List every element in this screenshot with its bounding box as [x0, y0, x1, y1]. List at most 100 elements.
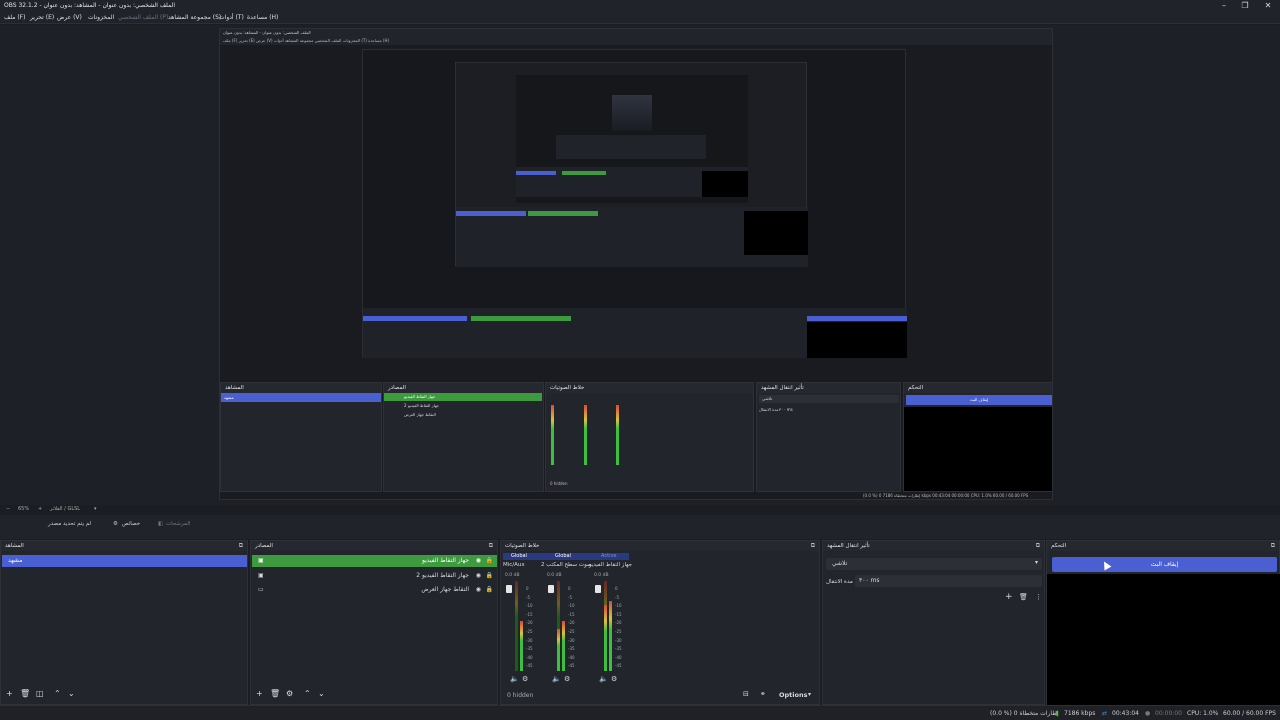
tick: -30 — [568, 637, 575, 643]
nested-sources-dock: المصادر جهاز التقاط الفيديو جهاز التقاط … — [383, 382, 544, 492]
eye-icon[interactable]: ◉ — [476, 584, 481, 596]
stop-streaming-button[interactable]: إيقاف البث — [1052, 557, 1277, 572]
tick: -30 — [526, 637, 533, 643]
gear-icon[interactable]: ⚙ — [113, 521, 118, 527]
scene-item-label: مشهد — [8, 557, 23, 564]
controls-empty-area — [1047, 574, 1280, 705]
add-icon[interactable]: + — [1005, 592, 1013, 602]
move-up-icon[interactable]: ⌃ — [54, 689, 61, 698]
tick: -15 — [526, 611, 533, 617]
nested-stop-button: إيقاف البث — [906, 395, 1052, 405]
nested-l2-scene-sel — [363, 316, 467, 321]
tick: -5 — [568, 594, 572, 600]
menu-help[interactable]: مساعدة (H) — [247, 14, 278, 21]
lock-icon[interactable]: 🔒 — [486, 555, 493, 567]
filter-icon[interactable]: ◫ — [36, 689, 44, 698]
lock-icon[interactable]: 🔒 — [486, 584, 493, 596]
zoom-level[interactable]: 65% — [18, 506, 29, 512]
float-icon[interactable]: ⧉ — [239, 542, 243, 550]
zoom-out-icon[interactable]: − — [6, 506, 10, 512]
channel-0-name: Mic/Aux — [503, 562, 525, 568]
nested-scenes-dock: المشاهد مشهد — [220, 382, 382, 492]
nested-duration-label: مدة الانتقال — [759, 407, 779, 412]
move-down-icon[interactable]: ⌄ — [318, 689, 325, 698]
menu-tools[interactable]: أدوات (T) — [219, 14, 244, 21]
layout-icon[interactable]: ⊟ — [743, 690, 749, 698]
nested-level3-docks — [456, 207, 808, 267]
tick: -25 — [568, 628, 575, 634]
move-down-icon[interactable]: ⌄ — [68, 689, 75, 698]
filters-icon[interactable]: ◧ — [158, 521, 163, 527]
scenes-dock-title: المشاهد — [5, 543, 24, 549]
scene-selector[interactable]: الفلاتر / GLSL — [50, 506, 80, 512]
tick: -25 — [526, 628, 533, 634]
trash-icon[interactable]: 🗑 — [20, 689, 30, 698]
float-icon[interactable]: ⧉ — [489, 542, 493, 550]
nested-transitions-dock: تأثير انتقال المشهد تلاشي مدة الانتقال ٣… — [756, 382, 901, 492]
nested-l2-source-sel — [471, 316, 571, 321]
tick: -20 — [568, 620, 575, 626]
lock-icon[interactable]: 🔒 — [486, 570, 493, 582]
menu-edit[interactable]: تحرير (E) — [30, 14, 54, 21]
source-item-0[interactable]: ▣ جهاز التقاط الفيديو ◉ 🔒 — [252, 555, 497, 567]
channel-2-fader[interactable] — [595, 585, 601, 593]
nested-level2 — [362, 49, 907, 358]
restore-icon[interactable]: ❐ — [1235, 0, 1255, 12]
more-icon[interactable]: ⋮ — [1035, 593, 1042, 601]
trash-icon[interactable]: 🗑 — [270, 689, 280, 698]
options-button[interactable]: Options — [779, 691, 807, 699]
chevron-down-icon: ▾ — [1034, 559, 1038, 566]
nested-scene-text: مشهد — [224, 395, 234, 400]
trash-icon[interactable]: 🗑 — [1019, 593, 1028, 601]
source-item-1[interactable]: ▣ جهاز التقاط الفيديو 2 ◉ 🔒 — [252, 570, 497, 582]
properties-button[interactable]: خصائص — [122, 521, 140, 527]
scene-item[interactable]: مشهد — [2, 555, 247, 567]
gear-icon[interactable]: ⚙ — [564, 675, 570, 683]
menu-view[interactable]: عرض (V) — [57, 14, 82, 21]
eye-icon[interactable]: ◉ — [476, 570, 481, 582]
mixer-tab-1[interactable]: Global — [555, 553, 571, 559]
speaker-icon[interactable]: 🔈 — [510, 675, 519, 683]
hidden-count: 0 hidden — [507, 692, 534, 699]
gear-icon[interactable]: ⚙ — [286, 689, 293, 698]
mixer-tab-0[interactable]: Global — [511, 553, 527, 559]
eye-icon[interactable]: ◉ — [476, 555, 481, 567]
menu-profile[interactable]: الملف الشخصي (P) — [118, 14, 168, 21]
source-item-2[interactable]: ▭ التقاط جهاز العرض ◉ 🔒 — [252, 584, 497, 596]
nested-scenes-label: المشاهد — [225, 385, 244, 391]
channel-1-fader[interactable] — [548, 585, 554, 593]
mixer-tab-2[interactable]: Active — [601, 553, 616, 559]
float-icon[interactable]: ⧉ — [1036, 542, 1040, 550]
menu-file[interactable]: ملف (F) — [4, 14, 25, 21]
tick: 0 — [568, 586, 571, 591]
menu-scene-collection[interactable]: مجموعة المشاهد (S) — [168, 14, 221, 21]
gear-icon[interactable]: ⚙ — [611, 675, 617, 683]
filters-button[interactable]: المرشحات — [166, 521, 190, 527]
menu-docks[interactable]: المخزونات — [88, 14, 114, 21]
nested-source-2-text: التقاط جهاز العرض — [404, 412, 436, 417]
duration-spinbox[interactable]: ٣٠٠ ms — [855, 575, 1042, 587]
add-icon[interactable]: + — [6, 689, 13, 698]
transition-select[interactable]: تلاشي ▾ — [826, 558, 1042, 570]
minimize-icon[interactable]: – — [1214, 0, 1234, 12]
gear-icon[interactable]: ⚙ — [522, 675, 528, 683]
nested-level5-docks — [556, 135, 706, 159]
mixer-dock-title: خلاط الصوتيات — [505, 543, 540, 549]
link-icon[interactable]: ⚭ — [760, 690, 766, 698]
channel-2-ticks: 0 -5 -10 -15 -20 -25 -30 -35 -40 -45 — [615, 585, 622, 671]
add-icon[interactable]: + — [256, 689, 263, 698]
channel-0-fader[interactable] — [506, 585, 512, 593]
move-up-icon[interactable]: ⌃ — [304, 689, 311, 698]
float-icon[interactable]: ⧉ — [1271, 542, 1275, 550]
zoom-in-icon[interactable]: + — [38, 506, 42, 512]
close-icon[interactable]: ✕ — [1258, 0, 1278, 12]
speaker-icon[interactable]: 🔈 — [552, 675, 561, 683]
nested-level3 — [455, 62, 808, 267]
nested-menubar: ملف (F) تحرير (E) عرض (V) المخزونات المل… — [220, 37, 1052, 45]
record-icon: ● — [1145, 710, 1151, 717]
chevron-down-icon[interactable]: ▾ — [808, 691, 811, 698]
float-icon[interactable]: ⧉ — [811, 542, 815, 550]
chevron-down-icon[interactable]: ▾ — [94, 506, 97, 512]
speaker-icon[interactable]: 🔈 — [599, 675, 608, 683]
nested-mixer-dock: خلاط الصوتيات 0 hidden — [545, 382, 754, 492]
